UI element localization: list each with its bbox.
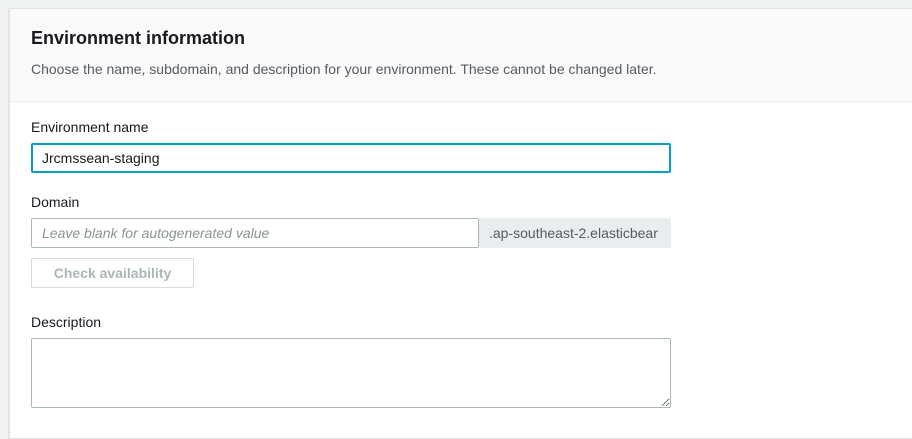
panel-header: Environment information Choose the name,… (10, 9, 912, 102)
domain-suffix: .ap-southeast-2.elasticbear (479, 218, 671, 248)
panel-description: Choose the name, subdomain, and descript… (31, 61, 657, 77)
panel-title: Environment information (31, 28, 246, 48)
domain-input[interactable] (31, 218, 479, 248)
description-label: Description (31, 314, 102, 330)
environment-name-label: Environment name (31, 119, 149, 135)
check-availability-button[interactable]: Check availability (31, 258, 194, 288)
domain-label: Domain (31, 194, 80, 210)
environment-information-panel: Environment information Choose the name,… (9, 8, 912, 439)
environment-name-input[interactable] (31, 143, 671, 173)
description-textarea[interactable] (31, 338, 671, 408)
